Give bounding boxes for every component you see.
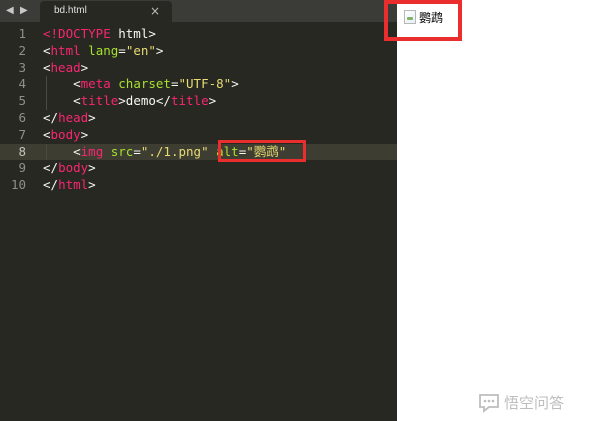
code-token: = [118,42,126,58]
line-number: 8 [18,143,26,159]
line-number: 9 [18,160,26,176]
chat-bubble-icon [479,393,499,413]
code-token: = [170,76,179,92]
watermark-text: 悟空问答 [504,394,565,412]
tab-nav-arrows: ◀ ▶ [4,3,36,19]
line-number: 4 [18,76,26,92]
code-line[interactable]: 3 <head> [0,60,397,77]
code-token: > [88,160,96,176]
tab-bd-html[interactable]: bd.html × [40,1,172,22]
code-token: < [43,59,51,75]
code-token: > [80,126,89,142]
line-number: 5 [18,93,26,109]
line-number: 6 [18,109,26,125]
code-token: "./1.png" [140,143,209,159]
code-token: < [43,42,51,58]
code-editor[interactable]: ◀ ▶ bd.html × 1 <!DOCTYPE html> 2 <html lan… [0,0,397,421]
code-text: <title>demo</title> [43,93,216,110]
code-token: <!DOCTYPE [43,26,111,41]
code-token: img [80,143,104,159]
preview-highlight-box [384,0,462,41]
code-token: html [58,177,89,193]
code-line[interactable]: 10 </html> [0,177,397,194]
code-token: > [155,42,164,58]
arrow-right-icon[interactable]: ▶ [20,3,28,19]
code-line[interactable]: 1 <!DOCTYPE html> [0,26,397,43]
code-token: lang [88,42,119,58]
code-token: title [80,93,119,109]
code-token: < [43,143,81,159]
line-number: 7 [18,126,26,142]
code-token: </ [43,109,59,125]
code-token: < [43,76,81,92]
code-token: body [58,160,89,176]
code-token: "UTF-8" [178,76,232,92]
code-line[interactable]: 6 </head> [0,110,397,127]
code-text: </body> [43,160,96,177]
code-token: html> [110,26,156,41]
code-token: > [231,76,239,92]
code-text: </head> [43,110,96,127]
code-token: </ [43,160,59,176]
code-token: </ [43,177,59,193]
code-token: body [50,126,81,142]
code-token: title [170,93,209,109]
code-line[interactable]: 4 <meta charset="UTF-8"> [0,76,397,94]
code-token: > [88,109,96,125]
code-text: </html> [43,177,96,194]
code-token: < [43,93,81,109]
code-text: <body> [43,127,88,144]
browser-preview: 鹦鹉 [397,0,600,421]
code-text: <!DOCTYPE html> [43,26,156,43]
code-text: <head> [43,60,88,77]
alt-highlight-box [218,140,306,162]
tab-bar: ◀ ▶ bd.html × [0,0,397,22]
code-token: meta [80,76,111,92]
code-token: head [58,109,89,125]
code-token: head [50,59,81,75]
code-line[interactable]: 5 <title>demo</title> [0,93,397,110]
code-token: html [50,42,81,58]
code-token: > [208,93,217,109]
close-icon[interactable]: × [150,4,160,18]
line-number: 2 [18,42,26,58]
tab-title: bd.html [54,5,87,16]
line-number: 3 [18,59,26,75]
code-token: < [43,126,51,142]
line-number: 1 [18,26,26,41]
code-token: >demo</ [118,93,171,109]
watermark: 悟空问答 [478,392,564,413]
code-text: <meta charset="UTF-8"> [43,76,239,93]
arrow-left-icon[interactable]: ◀ [6,3,14,19]
code-token: = [133,143,141,159]
code-line[interactable]: 8 <img src="./1.png" alt="鹦鹉" [0,143,397,161]
code-line[interactable]: 7 <body> [0,127,397,144]
code-area[interactable]: 1 <!DOCTYPE html> 2 <html lang="en"> 3 <head>… [0,26,397,194]
code-token: src [110,143,134,159]
code-token: > [80,59,89,75]
code-token: "en" [125,42,156,58]
code-line[interactable]: 9 </body> [0,160,397,177]
line-number: 10 [10,177,26,193]
code-text: <html lang="en"> [43,43,163,60]
code-token: > [88,177,96,193]
code-token: charset [118,76,171,92]
code-line[interactable]: 2 <html lang="en"> [0,43,397,60]
